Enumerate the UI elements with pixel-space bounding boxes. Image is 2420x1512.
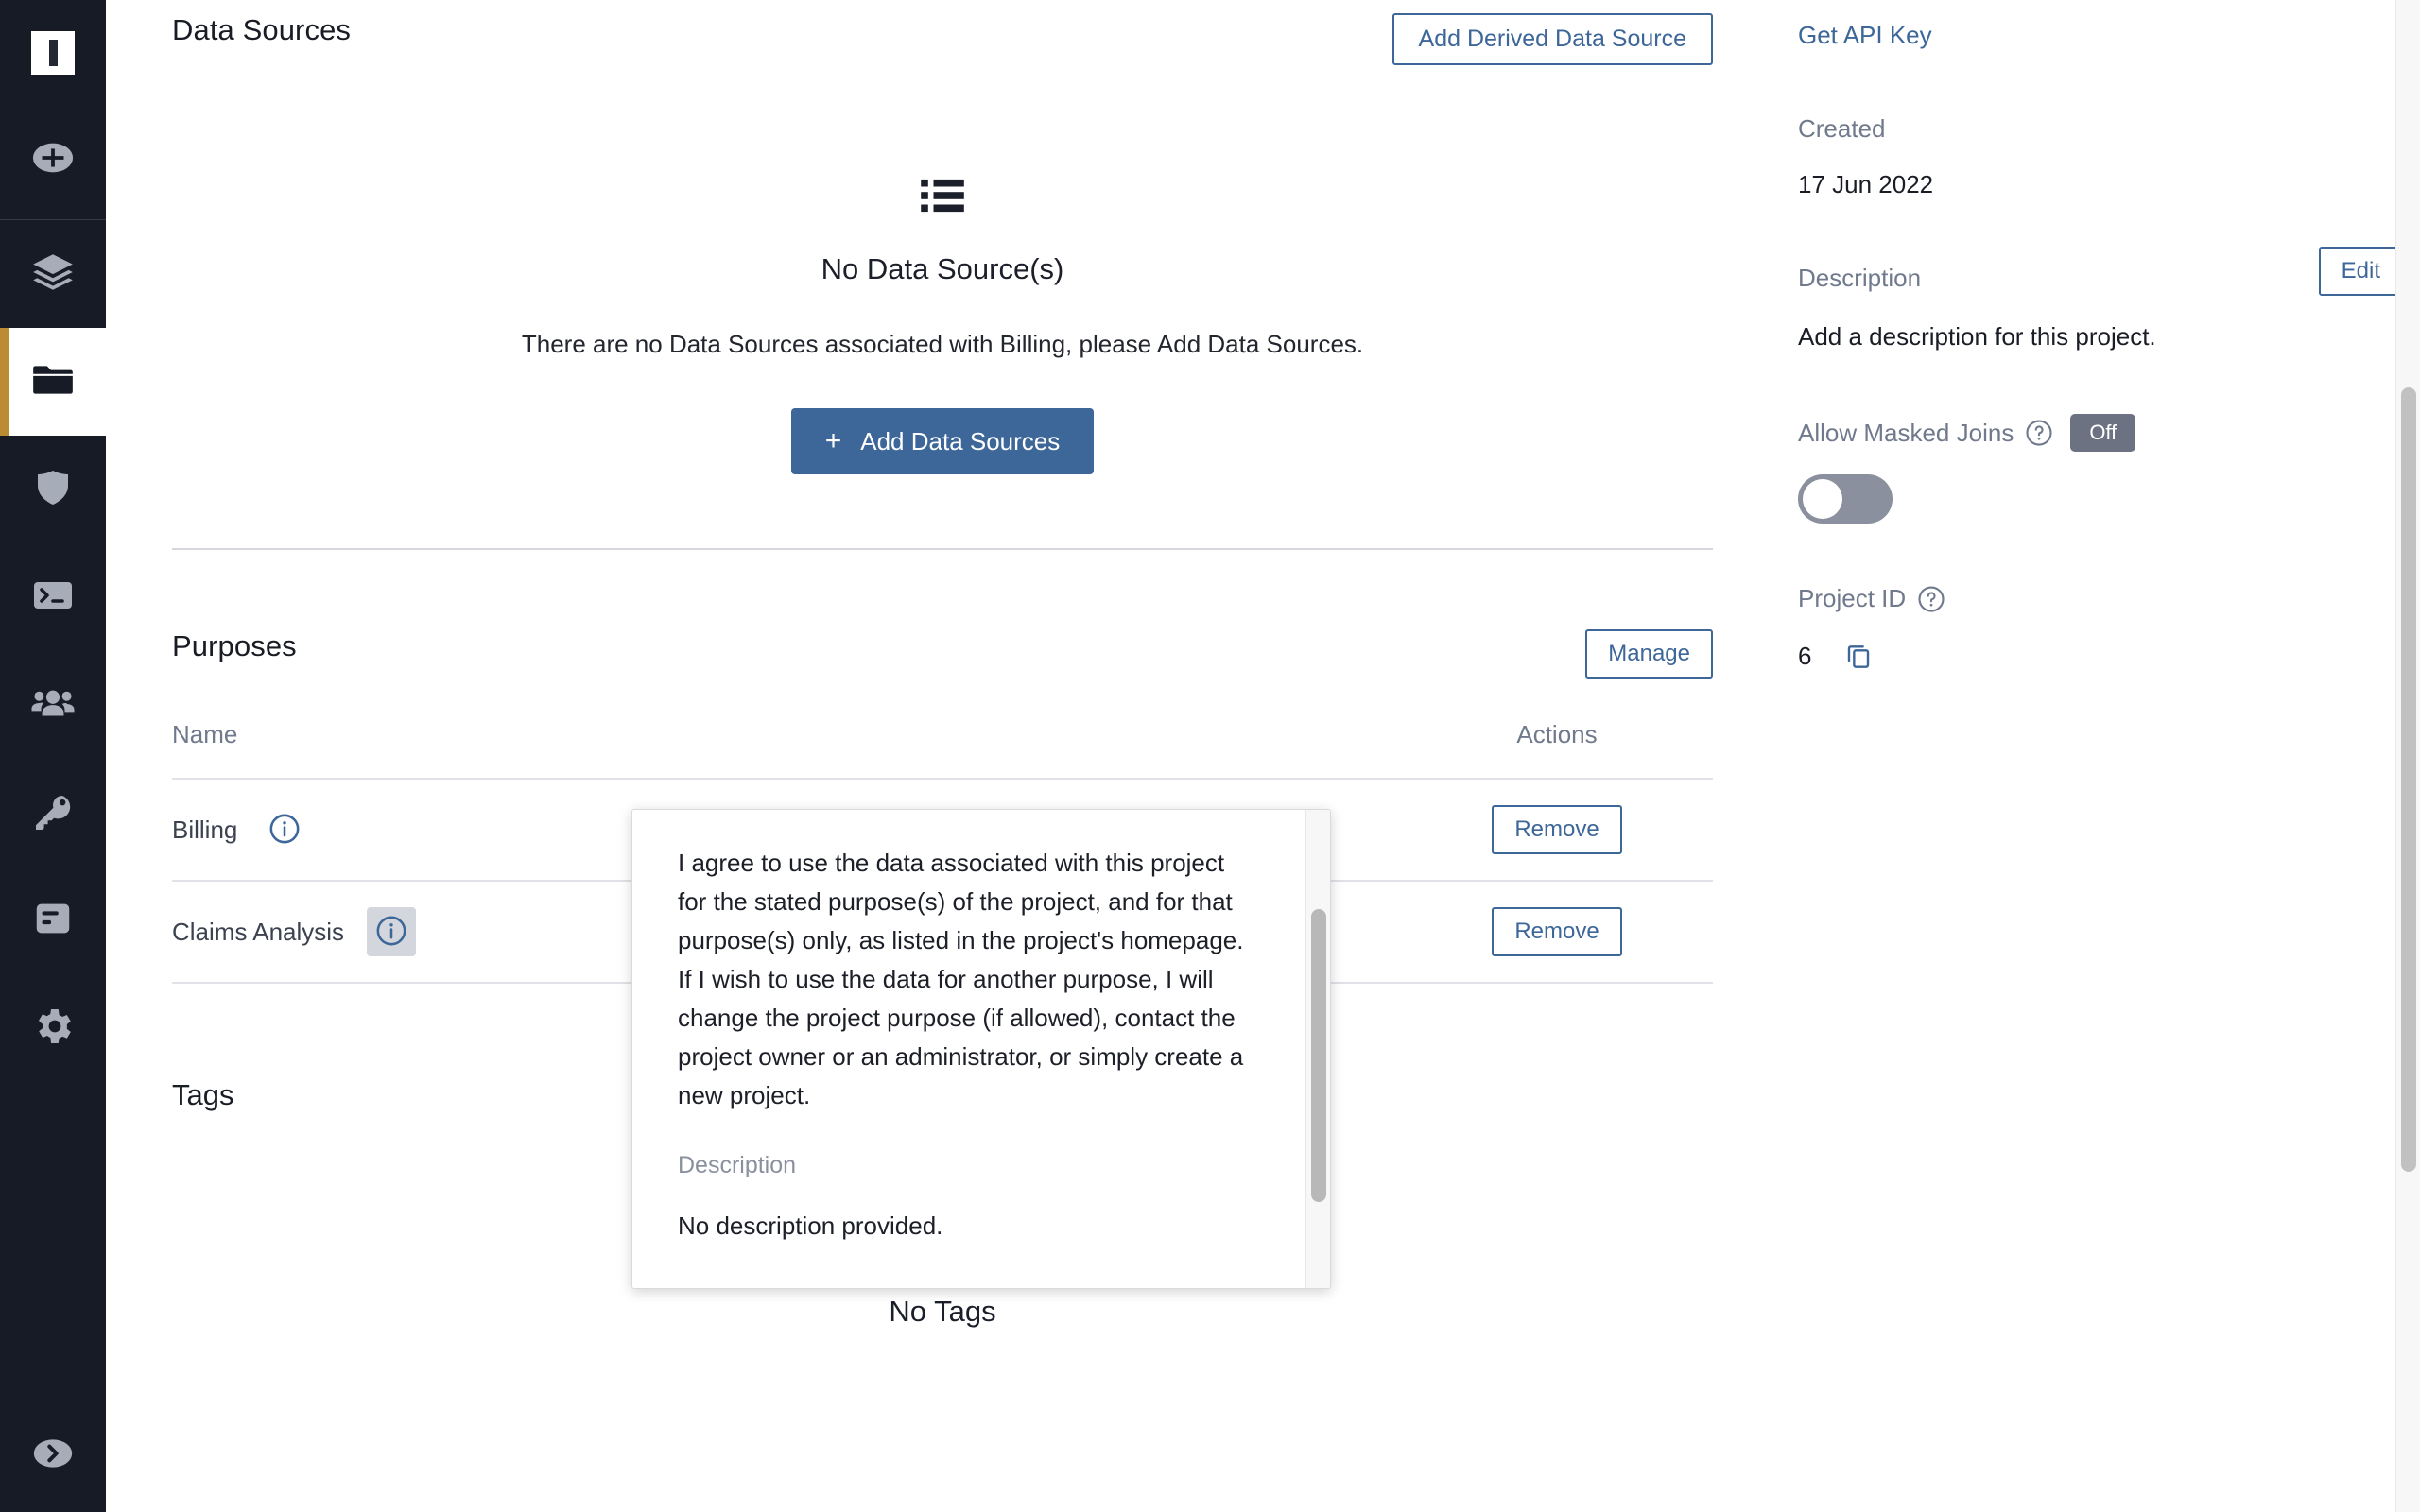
sidebar-item-projects[interactable] <box>0 328 106 436</box>
project-id-label: Project ID <box>1798 584 1907 612</box>
sidebar-item-add[interactable] <box>0 106 106 214</box>
info-icon <box>375 915 407 950</box>
page-scrollbar-track[interactable] <box>2395 0 2420 1512</box>
copy-project-id-button[interactable] <box>1843 640 1874 673</box>
purpose-info-tooltip: I agree to use the data associated with … <box>631 809 1331 1289</box>
plus-circle-icon <box>31 136 75 184</box>
description-label: Description <box>1798 264 1922 292</box>
project-id-row: Project ID <box>1798 584 2403 613</box>
terminal-icon <box>30 573 76 623</box>
tooltip-description-label: Description <box>678 1151 797 1178</box>
project-id-value: 6 <box>1798 642 1812 670</box>
purpose-info-button[interactable] <box>260 805 309 854</box>
left-nav-rail <box>0 0 106 1512</box>
page-title: Data Sources <box>172 13 352 46</box>
sidebar-expand-button[interactable] <box>0 1418 106 1493</box>
empty-state-title: No Data Source(s) <box>821 252 1064 285</box>
add-data-sources-button[interactable]: + Add Data Sources <box>790 408 1095 474</box>
sidebar-item-layers[interactable] <box>0 220 106 328</box>
key-icon <box>30 788 76 838</box>
sidebar-item-settings[interactable] <box>0 974 106 1082</box>
sidebar-item-policies[interactable] <box>0 436 106 543</box>
page-scrollbar-thumb[interactable] <box>2401 387 2416 1172</box>
add-data-sources-label: Add Data Sources <box>860 427 1061 455</box>
copy-icon <box>1843 640 1874 673</box>
report-icon <box>31 897 75 945</box>
tooltip-description-value: No description provided. <box>678 1211 943 1240</box>
toggle-knob <box>1803 479 1842 519</box>
folder-icon <box>29 356 77 408</box>
app-logo[interactable] <box>0 0 106 106</box>
empty-state-subtitle: There are no Data Sources associated wit… <box>521 330 1364 358</box>
purpose-name: Claims Analysis <box>172 917 345 946</box>
edit-description-button[interactable]: Edit <box>2318 247 2403 296</box>
layers-icon <box>29 249 77 301</box>
add-derived-data-source-button[interactable]: Add Derived Data Source <box>1392 13 1713 65</box>
sidebar-item-reports[interactable] <box>0 867 106 974</box>
sidebar-item-users[interactable] <box>0 651 106 759</box>
app-logo-mark <box>31 31 75 75</box>
masked-joins-toggle[interactable] <box>1798 474 1893 524</box>
project-details-panel: Get API Key Created 17 Jun 2022 Descript… <box>1798 0 2403 673</box>
tooltip-body-text: I agree to use the data associated with … <box>678 849 1244 1110</box>
app-logo-bar <box>48 40 58 66</box>
purposes-title: Purposes <box>172 629 297 662</box>
column-header-name: Name <box>172 720 238 748</box>
data-sources-empty-state: No Data Source(s) There are no Data Sour… <box>172 76 1713 474</box>
purpose-info-button[interactable] <box>367 907 417 956</box>
sidebar-item-terminal[interactable] <box>0 543 106 651</box>
tooltip-content: I agree to use the data associated with … <box>632 810 1294 1241</box>
tooltip-scrollbar-thumb[interactable] <box>1311 909 1326 1202</box>
remove-purpose-button[interactable]: Remove <box>1492 805 1622 854</box>
table-header-row: Name Actions <box>172 720 1713 779</box>
description-value: Add a description for this project. <box>1798 322 2156 351</box>
plus-icon: + <box>824 425 842 456</box>
gear-icon <box>30 1004 76 1054</box>
users-icon <box>29 679 77 731</box>
created-label: Created <box>1798 114 1886 143</box>
column-header-actions: Actions <box>1516 720 1598 748</box>
masked-joins-row: Allow Masked Joins Off <box>1798 414 2403 452</box>
purpose-name: Billing <box>172 815 238 844</box>
shield-icon <box>30 465 76 515</box>
created-value: 17 Jun 2022 <box>1798 170 1934 198</box>
manage-purposes-button[interactable]: Manage <box>1585 629 1713 679</box>
info-icon <box>268 813 301 848</box>
app-root: Data Sources Add Derived Data Source No … <box>0 0 2420 1512</box>
masked-joins-state-pill: Off <box>2070 414 2136 452</box>
list-icon <box>921 178 964 218</box>
get-api-key-link[interactable]: Get API Key <box>1798 21 1932 50</box>
tags-empty-title: No Tags <box>889 1295 996 1328</box>
help-icon[interactable] <box>1917 585 1945 613</box>
main-content: Data Sources Add Derived Data Source No … <box>106 0 2420 1512</box>
project-id-value-row: 6 <box>1798 640 2403 673</box>
remove-purpose-button[interactable]: Remove <box>1492 907 1622 956</box>
description-row: Description Edit <box>1798 247 2403 296</box>
purposes-header: Purposes Manage <box>172 629 1713 679</box>
arrow-right-circle-icon <box>32 1433 74 1479</box>
section-divider <box>172 548 1713 550</box>
masked-joins-label: Allow Masked Joins <box>1798 418 2014 447</box>
sidebar-item-keys[interactable] <box>0 759 106 867</box>
data-sources-header: Data Sources Add Derived Data Source <box>172 0 1713 76</box>
help-icon[interactable] <box>2025 419 2053 447</box>
tooltip-scrollbar-track[interactable] <box>1305 810 1330 1288</box>
